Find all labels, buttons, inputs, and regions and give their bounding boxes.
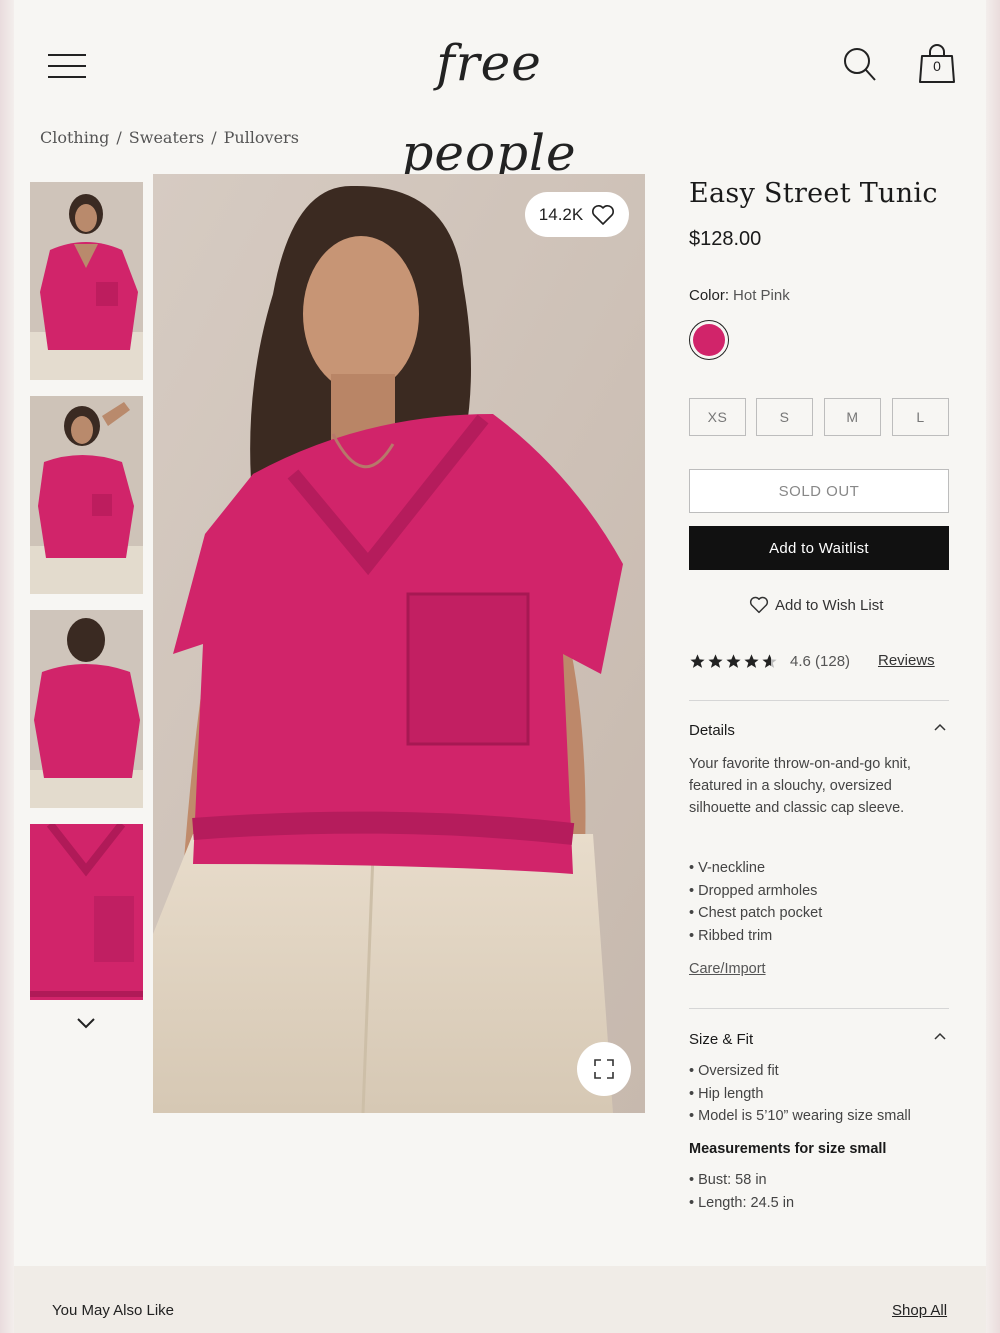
product-price: $128.00 <box>689 228 762 250</box>
heart-icon <box>592 204 615 225</box>
chevron-up-icon <box>934 1032 946 1040</box>
divider <box>689 1008 949 1009</box>
rating-stars <box>689 653 778 670</box>
color-swatch-hot-pink[interactable] <box>689 320 729 360</box>
sold-out-button[interactable]: SOLD OUT <box>689 469 949 513</box>
breadcrumb-pullovers[interactable]: Pullovers <box>224 128 299 147</box>
measurements-list: Bust: 58 in Length: 24.5 in <box>689 1169 794 1214</box>
color-value: Hot Pink <box>733 287 790 304</box>
thumbnail-3[interactable] <box>30 610 143 808</box>
chevron-down-icon[interactable] <box>72 1012 100 1034</box>
rating-value: 4.6 <box>790 652 811 670</box>
care-import-link[interactable]: Care/Import <box>689 961 766 977</box>
list-item: Ribbed trim <box>689 925 822 948</box>
like-button[interactable]: 14.2K <box>525 192 629 237</box>
details-description: Your favorite throw-on-and-go knit, feat… <box>689 756 911 816</box>
divider <box>689 700 949 701</box>
size-fit-heading: Size & Fit <box>689 1031 754 1048</box>
list-item: V-neckline <box>689 857 822 880</box>
add-to-waitlist-button[interactable]: Add to Waitlist <box>689 526 949 570</box>
logo-text: free people <box>401 34 577 182</box>
search-icon[interactable] <box>842 46 878 84</box>
list-item: Chest patch pocket <box>689 902 822 925</box>
details-accordion-header[interactable]: Details <box>689 720 949 742</box>
list-item: Model is 5’10” wearing size small <box>689 1105 911 1128</box>
details-bullets: V-neckline Dropped armholes Chest patch … <box>689 857 822 947</box>
brand-logo[interactable]: free people <box>354 18 624 182</box>
product-main-image[interactable]: 14.2K <box>153 174 645 1113</box>
recommendations-title: You May Also Like <box>52 1302 175 1319</box>
size-l-button[interactable]: L <box>892 398 949 436</box>
reviews-link[interactable]: Reviews <box>878 652 935 669</box>
star-half-icon <box>762 653 777 668</box>
bag-count: 0 <box>933 58 941 74</box>
breadcrumb-sweaters[interactable]: Sweaters <box>129 128 204 147</box>
measurements-title: Measurements for size small <box>689 1141 887 1157</box>
like-count: 14.2K <box>538 204 584 224</box>
heart-icon <box>749 596 769 614</box>
details-heading: Details <box>689 722 735 739</box>
star-icon <box>744 653 759 668</box>
product-page: free people 0 Clothing / Sweaters / Pullover… <box>14 0 986 1333</box>
add-to-wishlist-button[interactable]: Add to Wish List <box>749 593 883 617</box>
breadcrumb-separator: / <box>116 128 122 147</box>
list-item: Bust: 58 in <box>689 1169 794 1192</box>
thumbnail-4[interactable] <box>30 824 143 1000</box>
breadcrumb: Clothing / Sweaters / Pullovers <box>40 128 299 147</box>
shopping-bag-icon[interactable]: 0 <box>918 44 956 84</box>
size-xs-button[interactable]: XS <box>689 398 746 436</box>
recommendations-section: You May Also Like Shop All <box>14 1266 986 1333</box>
shop-all-link[interactable]: Shop All <box>892 1302 947 1319</box>
chevron-up-icon <box>934 723 946 731</box>
thumbnail-2[interactable] <box>30 396 143 594</box>
list-item: Length: 24.5 in <box>689 1192 794 1215</box>
swatch-fill <box>693 324 725 356</box>
breadcrumb-clothing[interactable]: Clothing <box>40 128 109 147</box>
list-item: Hip length <box>689 1083 911 1106</box>
color-selection: Color: Hot Pink <box>689 287 790 304</box>
rating-count: (128) <box>815 652 851 670</box>
list-item: Oversized fit <box>689 1060 911 1083</box>
color-label: Color: <box>689 287 730 304</box>
size-m-button[interactable]: M <box>824 398 881 436</box>
product-title: Easy Street Tunic <box>689 178 938 209</box>
star-icon <box>726 653 741 668</box>
size-fit-accordion-header[interactable]: Size & Fit <box>689 1029 949 1051</box>
breadcrumb-separator: / <box>211 128 217 147</box>
thumbnail-1[interactable] <box>30 182 143 380</box>
star-icon <box>708 653 723 668</box>
menu-icon[interactable] <box>48 54 86 78</box>
size-s-button[interactable]: S <box>756 398 813 436</box>
expand-icon[interactable] <box>577 1042 631 1096</box>
rating: 4.6 (128) <box>689 650 850 672</box>
list-item: Dropped armholes <box>689 880 822 903</box>
star-icon <box>690 653 705 668</box>
wishlist-label: Add to Wish List <box>775 596 884 614</box>
size-fit-bullets: Oversized fit Hip length Model is 5’10” … <box>689 1060 911 1128</box>
